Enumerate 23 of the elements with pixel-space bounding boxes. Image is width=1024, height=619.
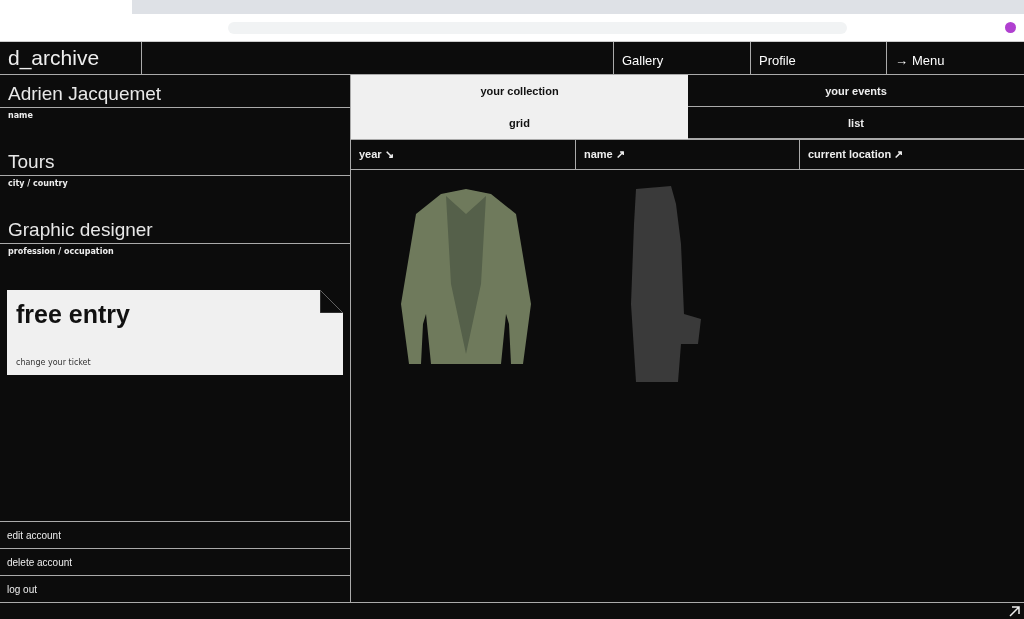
account-action-link[interactable]: delete account: [0, 548, 350, 575]
change-ticket-link[interactable]: change your ticket: [16, 358, 334, 367]
account-action-link[interactable]: edit account: [0, 521, 350, 548]
nav-link[interactable]: Gallery: [614, 42, 751, 74]
sort-header[interactable]: year ↘: [351, 140, 576, 169]
nav-link[interactable]: Profile: [751, 42, 887, 74]
arrow-icon[interactable]: [1009, 605, 1020, 617]
field-value: Tours: [0, 151, 350, 176]
ticket-title: free entry: [16, 300, 131, 329]
sort-header[interactable]: name ↗: [576, 140, 800, 169]
logo[interactable]: d_archive: [0, 42, 142, 74]
nav-link[interactable]: → Menu: [887, 42, 1024, 74]
view-tab[interactable]: grid: [351, 107, 688, 139]
field-value: Adrien Jacquemet: [0, 83, 350, 108]
field-label: profession / occupation: [7, 246, 115, 258]
folded-corner-icon: [320, 290, 343, 313]
field-label: city / country: [7, 178, 69, 190]
sort-header[interactable]: current location ↗: [800, 140, 1024, 169]
account-action-link[interactable]: log out: [0, 575, 350, 602]
avatar-icon[interactable]: [1005, 22, 1016, 33]
field-label: name: [7, 110, 34, 122]
field-value: Graphic designer: [0, 219, 350, 244]
section-tab[interactable]: your collection: [351, 75, 688, 107]
